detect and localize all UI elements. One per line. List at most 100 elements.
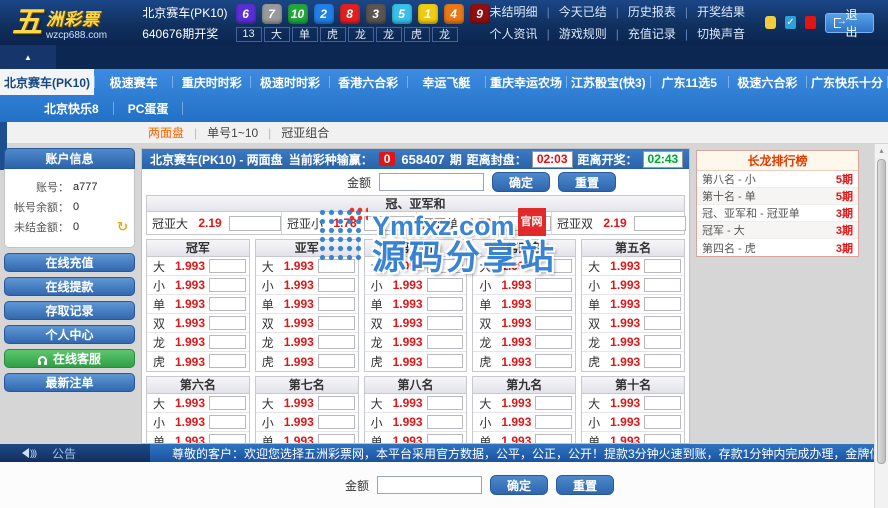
bet-odds[interactable]: 1.993 <box>606 396 644 410</box>
bet-amount-input[interactable] <box>209 354 246 368</box>
bet-odds[interactable]: 1.993 <box>389 278 427 292</box>
nav-tab[interactable]: 极速六合彩 <box>729 69 806 95</box>
bet-amount-input[interactable] <box>209 278 246 292</box>
nav-tab[interactable]: 重庆时时彩 <box>173 69 250 95</box>
bet-odds[interactable]: 1.993 <box>497 355 535 369</box>
bet-odds[interactable]: 1.993 <box>389 297 427 311</box>
bet-odds[interactable]: 1.993 <box>171 415 209 429</box>
bet-amount-input[interactable] <box>644 396 681 410</box>
bet-odds[interactable]: 1.993 <box>606 335 644 349</box>
bet-odds[interactable]: 1.993 <box>497 278 535 292</box>
yellow-indicator-icon[interactable] <box>765 16 776 29</box>
bet-odds[interactable]: 1.993 <box>389 335 427 349</box>
header-menu-item[interactable]: 今天已结 <box>559 3 607 20</box>
bet-amount-input[interactable] <box>427 415 464 429</box>
sidebar-button[interactable]: 个人中心 <box>4 325 135 344</box>
bet-odds[interactable]: 1.993 <box>389 259 427 273</box>
bet-amount-input[interactable] <box>318 415 355 429</box>
bet-amount-input[interactable] <box>644 278 681 292</box>
sidebar-button[interactable]: 在线客服 <box>4 349 135 368</box>
sidebar-button[interactable]: 在线充值 <box>4 253 135 272</box>
bet-amount-input[interactable] <box>535 396 572 410</box>
bet-amount-input[interactable] <box>209 316 246 330</box>
bet-amount-input[interactable] <box>209 259 246 273</box>
bet-odds[interactable]: 1.993 <box>497 396 535 410</box>
bet-odds[interactable]: 1.993 <box>171 316 209 330</box>
bet-amount-input[interactable] <box>427 354 464 368</box>
bet-odds[interactable]: 1.993 <box>171 297 209 311</box>
nav-tab[interactable]: 北京赛车(PK10) <box>0 69 94 95</box>
header-menu-item[interactable]: 未结明细 <box>490 3 538 20</box>
scrollbar-up-icon[interactable]: ▴ <box>875 144 888 158</box>
reset-button-top[interactable]: 重置 <box>558 172 616 192</box>
bet-odds[interactable]: 1.993 <box>497 259 535 273</box>
bet-amount-input[interactable] <box>364 216 416 231</box>
bet-odds[interactable]: 1.993 <box>389 396 427 410</box>
nav-tab[interactable]: 重庆幸运农场 <box>486 69 566 95</box>
bet-odds[interactable]: 1.993 <box>497 415 535 429</box>
bet-odds[interactable]: 1.993 <box>280 297 318 311</box>
bet-amount-input[interactable] <box>209 335 246 349</box>
bet-odds[interactable]: 2.19 <box>598 216 632 230</box>
bet-odds[interactable]: 1.993 <box>280 434 318 444</box>
bet-amount-input[interactable] <box>318 434 355 445</box>
bet-odds[interactable]: 1.993 <box>280 415 318 429</box>
bet-amount-input[interactable] <box>535 415 572 429</box>
bet-odds[interactable]: 1.993 <box>497 297 535 311</box>
checkbox-indicator-icon[interactable]: ✓ <box>785 16 796 29</box>
bet-amount-input[interactable] <box>644 354 681 368</box>
bet-amount-input[interactable] <box>318 354 355 368</box>
bet-odds[interactable]: 1.993 <box>171 396 209 410</box>
bet-amount-input[interactable] <box>535 354 572 368</box>
bet-odds[interactable]: 1.993 <box>280 278 318 292</box>
bet-amount-input[interactable] <box>209 434 246 445</box>
bet-amount-input[interactable] <box>427 278 464 292</box>
nav-tab[interactable]: 极速时时彩 <box>251 69 328 95</box>
nav-tab[interactable]: 香港六合彩 <box>330 69 407 95</box>
bet-amount-input[interactable] <box>209 415 246 429</box>
bet-odds[interactable]: 1.993 <box>497 434 535 444</box>
nav-tab[interactable]: 江苏骰宝(快3) <box>567 69 650 95</box>
bet-odds[interactable]: 1.993 <box>606 278 644 292</box>
logout-button[interactable]: 退出 <box>825 13 874 33</box>
bet-amount-input[interactable] <box>427 335 464 349</box>
bet-odds[interactable]: 1.78 <box>463 216 497 230</box>
bet-odds[interactable]: 1.993 <box>606 415 644 429</box>
bet-amount-input[interactable] <box>427 297 464 311</box>
bet-amount-input[interactable] <box>427 434 464 445</box>
bet-amount-input[interactable] <box>644 297 681 311</box>
bet-amount-input[interactable] <box>318 335 355 349</box>
bet-amount-input[interactable] <box>535 434 572 445</box>
bet-amount-input[interactable] <box>535 297 572 311</box>
header-menu-item[interactable]: 开奖结果 <box>697 3 745 20</box>
header-menu-item[interactable]: 充值记录 <box>628 25 676 42</box>
bet-amount-input[interactable] <box>318 297 355 311</box>
collapse-header-button[interactable]: ▲ <box>0 45 56 69</box>
confirm-button-top[interactable]: 确定 <box>492 172 550 192</box>
sidebar-button[interactable]: 最新注单 <box>4 373 135 392</box>
sidebar-button[interactable]: 在线提款 <box>4 277 135 296</box>
bet-odds[interactable]: 1.993 <box>280 355 318 369</box>
header-menu-item[interactable]: 个人资讯 <box>490 25 538 42</box>
bet-amount-input[interactable] <box>427 396 464 410</box>
nav-tab[interactable]: 北京快乐8 <box>30 95 113 122</box>
nav-tab[interactable]: 极速赛车 <box>95 69 172 95</box>
bet-amount-input[interactable] <box>535 278 572 292</box>
bet-odds[interactable]: 1.993 <box>280 316 318 330</box>
bet-odds[interactable]: 1.993 <box>606 259 644 273</box>
nav-tab[interactable]: PC蛋蛋 <box>114 95 183 122</box>
refresh-icon[interactable]: ↻ <box>117 222 128 232</box>
bet-amount-input[interactable] <box>644 259 681 273</box>
bet-amount-input[interactable] <box>427 316 464 330</box>
bet-odds[interactable]: 1.993 <box>280 335 318 349</box>
bet-odds[interactable]: 1.993 <box>389 434 427 444</box>
bet-odds[interactable]: 1.993 <box>389 355 427 369</box>
bet-amount-input[interactable] <box>634 216 686 231</box>
amount-input-bottom[interactable] <box>377 476 482 494</box>
amount-input-top[interactable] <box>379 173 484 191</box>
bet-amount-input[interactable] <box>644 316 681 330</box>
bet-amount-input[interactable] <box>644 434 681 445</box>
bet-odds[interactable]: 1.993 <box>171 434 209 444</box>
bet-amount-input[interactable] <box>318 278 355 292</box>
bet-odds[interactable]: 1.993 <box>497 335 535 349</box>
